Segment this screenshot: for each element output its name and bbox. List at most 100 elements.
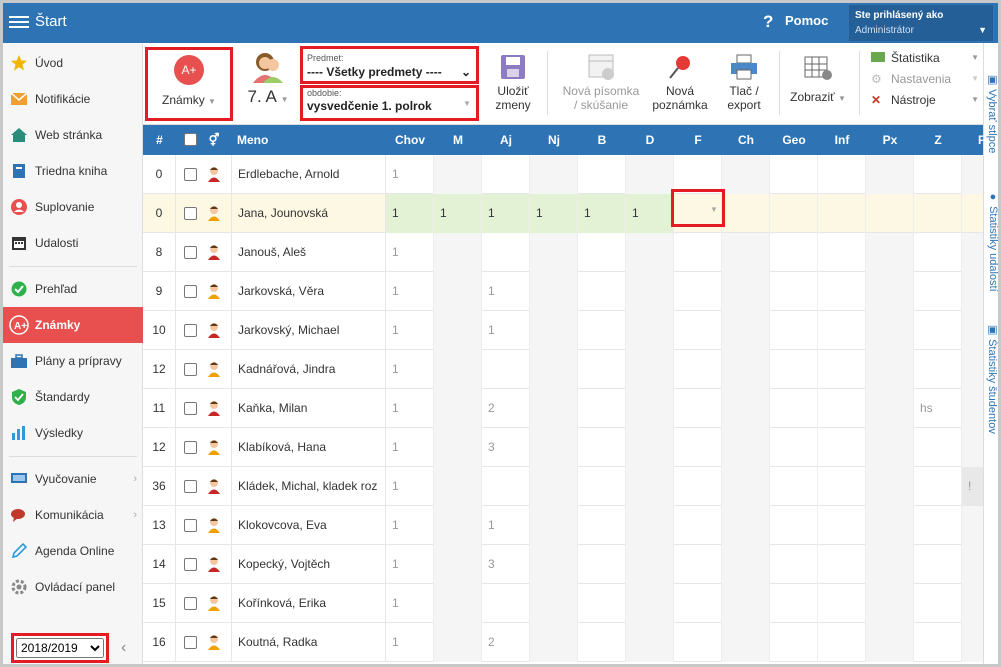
table-row[interactable]: 9 Jarkovská, Věra 1 1 bbox=[143, 272, 983, 311]
sidebar-item-standardy[interactable]: Štandardy bbox=[3, 379, 143, 415]
grade-cell[interactable]: 2 bbox=[482, 623, 530, 662]
grade-cell[interactable]: 1 bbox=[386, 350, 434, 389]
row-checkbox[interactable] bbox=[184, 441, 197, 454]
grade-cell[interactable] bbox=[818, 506, 866, 545]
row-checkbox[interactable] bbox=[184, 636, 197, 649]
grade-cell[interactable] bbox=[962, 155, 983, 194]
grade-cell[interactable]: hs bbox=[914, 389, 962, 428]
student-name[interactable]: Kořínková, Erika bbox=[231, 584, 386, 623]
grade-cell[interactable] bbox=[530, 389, 578, 428]
grade-cell[interactable]: 2 bbox=[482, 389, 530, 428]
row-checkbox[interactable] bbox=[184, 207, 197, 220]
grade-cell[interactable] bbox=[626, 623, 674, 662]
sidebar-item-triedna-kniha[interactable]: Triedna kniha bbox=[3, 153, 143, 189]
grade-cell[interactable] bbox=[722, 350, 770, 389]
col-header[interactable]: Nj bbox=[530, 125, 578, 155]
grade-cell[interactable] bbox=[530, 584, 578, 623]
help-icon[interactable]: ? bbox=[763, 12, 773, 32]
user-menu[interactable]: Ste prihlásený ako Administrátor ▼ bbox=[849, 5, 993, 41]
grade-cell[interactable]: 1 bbox=[386, 467, 434, 506]
student-name[interactable]: Jarkovská, Věra bbox=[231, 272, 386, 311]
grade-cell[interactable] bbox=[482, 584, 530, 623]
student-name[interactable]: Janouš, Aleš bbox=[231, 233, 386, 272]
grade-cell[interactable]: 1 bbox=[386, 233, 434, 272]
grade-cell[interactable] bbox=[674, 311, 722, 350]
grade-cell[interactable] bbox=[578, 623, 626, 662]
grade-cell[interactable] bbox=[866, 389, 914, 428]
grade-cell[interactable] bbox=[914, 467, 962, 506]
grade-cell[interactable] bbox=[866, 584, 914, 623]
grade-cell[interactable]: 1 bbox=[626, 194, 674, 233]
grade-cell[interactable] bbox=[434, 389, 482, 428]
grade-cell[interactable] bbox=[722, 389, 770, 428]
table-row[interactable]: 0 Jana, Jounovská 1 1 1 1 1 1 bbox=[143, 194, 983, 233]
grade-cell[interactable] bbox=[818, 233, 866, 272]
grade-cell[interactable] bbox=[770, 623, 818, 662]
row-checkbox[interactable] bbox=[184, 246, 197, 259]
row-checkbox[interactable] bbox=[184, 363, 197, 376]
grade-cell[interactable] bbox=[434, 545, 482, 584]
grade-cell[interactable] bbox=[722, 623, 770, 662]
table-row[interactable]: 10 Jarkovský, Michael 1 1 bbox=[143, 311, 983, 350]
grade-cell[interactable] bbox=[674, 389, 722, 428]
row-checkbox[interactable] bbox=[184, 480, 197, 493]
grade-cell[interactable] bbox=[914, 350, 962, 389]
grade-cell[interactable] bbox=[674, 506, 722, 545]
statistics-menu[interactable]: Štatistika ▼ bbox=[871, 51, 981, 65]
table-row[interactable]: 0 Erdlebache, Arnold 1 bbox=[143, 155, 983, 194]
student-name[interactable]: Jarkovský, Michael bbox=[231, 311, 386, 350]
row-checkbox[interactable] bbox=[184, 519, 197, 532]
grade-cell[interactable]: 3 bbox=[482, 428, 530, 467]
grade-cell[interactable]: 1 bbox=[386, 506, 434, 545]
grade-cell[interactable] bbox=[434, 350, 482, 389]
grade-cell[interactable]: 1 bbox=[386, 194, 434, 233]
student-name[interactable]: Erdlebache, Arnold bbox=[231, 155, 386, 194]
grade-cell[interactable] bbox=[626, 389, 674, 428]
student-name[interactable]: Kládek, Michal, kladek roz bbox=[231, 467, 386, 506]
grade-cell[interactable] bbox=[674, 467, 722, 506]
student-name[interactable]: Klokovcova, Eva bbox=[231, 506, 386, 545]
help-link[interactable]: Pomoc bbox=[785, 13, 828, 28]
grade-cell[interactable] bbox=[578, 428, 626, 467]
grade-cell[interactable] bbox=[818, 467, 866, 506]
grade-cell[interactable] bbox=[722, 155, 770, 194]
grade-cell[interactable] bbox=[914, 506, 962, 545]
grade-cell[interactable] bbox=[674, 233, 722, 272]
grade-cell[interactable] bbox=[914, 155, 962, 194]
grade-cell[interactable] bbox=[674, 623, 722, 662]
sidebar-item-agenda[interactable]: Agenda Online bbox=[3, 533, 143, 569]
student-name[interactable]: Kopecký, Vojtěch bbox=[231, 545, 386, 584]
grade-cell[interactable]: 1 bbox=[386, 584, 434, 623]
grade-cell[interactable]: 1 bbox=[386, 311, 434, 350]
new-test-button[interactable]: Nová písomka / skúšanie bbox=[553, 53, 649, 112]
table-row[interactable]: 11 Kaňka, Milan 1 2 hs bbox=[143, 389, 983, 428]
event-stats-tab[interactable]: ● Štatistiky udalostí bbox=[984, 191, 998, 292]
grade-cell[interactable] bbox=[818, 194, 866, 233]
grade-cell[interactable] bbox=[578, 545, 626, 584]
grade-cell[interactable]: 1 bbox=[434, 194, 482, 233]
grade-cell[interactable] bbox=[482, 350, 530, 389]
grade-cell[interactable] bbox=[770, 545, 818, 584]
class-selector[interactable]: 7. A ▼ bbox=[241, 49, 295, 107]
student-name[interactable]: Kaňka, Milan bbox=[231, 389, 386, 428]
grade-cell[interactable] bbox=[866, 545, 914, 584]
grade-cell[interactable] bbox=[866, 467, 914, 506]
grade-cell[interactable] bbox=[770, 155, 818, 194]
col-header[interactable]: Aj bbox=[482, 125, 530, 155]
grade-cell[interactable] bbox=[770, 194, 818, 233]
grade-cell[interactable] bbox=[722, 194, 770, 233]
grade-cell[interactable] bbox=[866, 233, 914, 272]
table-row[interactable]: 8 Janouš, Aleš 1 bbox=[143, 233, 983, 272]
grade-cell[interactable]: 1 bbox=[386, 272, 434, 311]
student-name[interactable]: Koutná, Radka bbox=[231, 623, 386, 662]
table-row[interactable]: 13 Klokovcova, Eva 1 1 bbox=[143, 506, 983, 545]
grade-cell[interactable] bbox=[770, 350, 818, 389]
grade-cell[interactable] bbox=[818, 584, 866, 623]
select-columns-tab[interactable]: ▣ Vybrať stĺpce bbox=[984, 73, 998, 153]
grade-cell[interactable] bbox=[578, 506, 626, 545]
grade-cell[interactable] bbox=[434, 233, 482, 272]
grade-cell[interactable]: 1 bbox=[482, 311, 530, 350]
grade-cell[interactable] bbox=[674, 545, 722, 584]
grade-cell[interactable] bbox=[674, 272, 722, 311]
settings-menu[interactable]: ⚙ Nastavenia ▼ bbox=[871, 72, 981, 86]
